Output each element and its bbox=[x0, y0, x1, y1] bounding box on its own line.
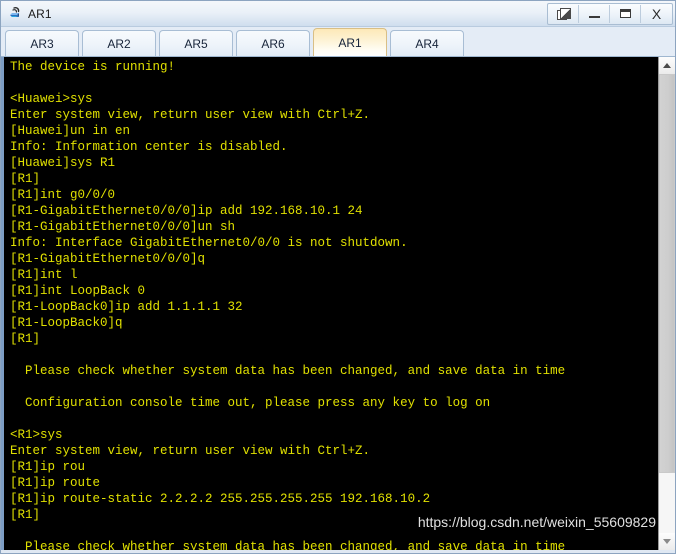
tab-ar2[interactable]: AR2 bbox=[82, 30, 156, 56]
chevron-down-icon bbox=[663, 539, 671, 544]
ar1-console-window: AR1 X AR3 AR2 AR5 AR6 AR1 AR4 The device… bbox=[0, 0, 676, 554]
console-line: [R1-GigabitEthernet0/0/0]un sh bbox=[10, 220, 236, 234]
scrollbar-thumb[interactable] bbox=[659, 74, 675, 474]
console-line: [R1]ip route bbox=[10, 476, 101, 490]
maximize-icon bbox=[619, 9, 631, 18]
scroll-up-button[interactable] bbox=[659, 57, 675, 74]
console-line: [Huawei]sys R1 bbox=[10, 156, 116, 170]
console-line: Please check whether system data has bee… bbox=[10, 364, 566, 378]
device-tab-strip: AR3 AR2 AR5 AR6 AR1 AR4 bbox=[1, 27, 675, 57]
console-line: [R1] bbox=[10, 332, 41, 346]
console-line: Info: Information center is disabled. bbox=[10, 140, 288, 154]
tab-label: AR1 bbox=[338, 35, 362, 50]
tab-ar5[interactable]: AR5 bbox=[159, 30, 233, 56]
close-icon: X bbox=[651, 5, 662, 22]
window-bottom-edge bbox=[1, 550, 675, 553]
tab-ar3[interactable]: AR3 bbox=[5, 30, 79, 56]
console-line: [R1]ip route-static 2.2.2.2 255.255.255.… bbox=[10, 492, 431, 506]
window-title: AR1 bbox=[28, 6, 52, 21]
console-line: [R1] bbox=[10, 172, 41, 186]
tab-strip-empty-area bbox=[467, 30, 675, 56]
console-line: Please check whether system data has bee… bbox=[10, 540, 566, 550]
console-line: [Huawei]un in en bbox=[10, 124, 131, 138]
scrollbar-track[interactable] bbox=[659, 74, 675, 533]
tab-label: AR6 bbox=[261, 36, 285, 51]
console-line: Enter system view, return user view with… bbox=[10, 444, 371, 458]
console-line: Info: Interface GigabitEthernet0/0/0 is … bbox=[10, 236, 408, 250]
tab-ar1[interactable]: AR1 bbox=[313, 28, 387, 56]
console-line: [R1] bbox=[10, 508, 41, 522]
tab-label: AR5 bbox=[184, 36, 208, 51]
router-icon bbox=[7, 6, 23, 22]
tab-label: AR3 bbox=[30, 36, 54, 51]
tab-label: AR4 bbox=[415, 36, 439, 51]
console-line: <R1>sys bbox=[10, 428, 63, 442]
maximize-button[interactable] bbox=[610, 4, 641, 23]
title-bar: AR1 X bbox=[1, 1, 675, 27]
console-line: Enter system view, return user view with… bbox=[10, 108, 371, 122]
minimize-button[interactable] bbox=[579, 4, 610, 23]
window-controls: X bbox=[547, 2, 673, 25]
tab-ar4[interactable]: AR4 bbox=[390, 30, 464, 56]
console-line: [R1-GigabitEthernet0/0/0]q bbox=[10, 252, 206, 266]
console-line: [R1]ip rou bbox=[10, 460, 86, 474]
console-line: The device is running! bbox=[10, 60, 176, 74]
console-scrollbar[interactable] bbox=[658, 57, 675, 550]
console-line: Configuration console time out, please p… bbox=[10, 396, 491, 410]
console-line: [R1]int LoopBack 0 bbox=[10, 284, 146, 298]
close-button[interactable]: X bbox=[641, 5, 672, 23]
tab-ar6[interactable]: AR6 bbox=[236, 30, 310, 56]
restore-windows-button[interactable] bbox=[548, 4, 579, 23]
minimize-icon bbox=[588, 16, 600, 18]
console-line: [R1-LoopBack0]q bbox=[10, 316, 123, 330]
tab-label: AR2 bbox=[107, 36, 131, 51]
console-line: [R1]int l bbox=[10, 268, 78, 282]
terminal-output[interactable]: The device is running! <Huawei>sys Enter … bbox=[4, 57, 658, 550]
console-area: The device is running! <Huawei>sys Enter … bbox=[1, 57, 675, 550]
console-line: <Huawei>sys bbox=[10, 92, 93, 106]
console-line: [R1-GigabitEthernet0/0/0]ip add 192.168.… bbox=[10, 204, 363, 218]
cascade-windows-icon bbox=[556, 7, 571, 20]
scroll-down-button[interactable] bbox=[659, 533, 675, 550]
console-line: [R1]int g0/0/0 bbox=[10, 188, 116, 202]
console-line: [R1-LoopBack0]ip add 1.1.1.1 32 bbox=[10, 300, 243, 314]
chevron-up-icon bbox=[663, 63, 671, 68]
